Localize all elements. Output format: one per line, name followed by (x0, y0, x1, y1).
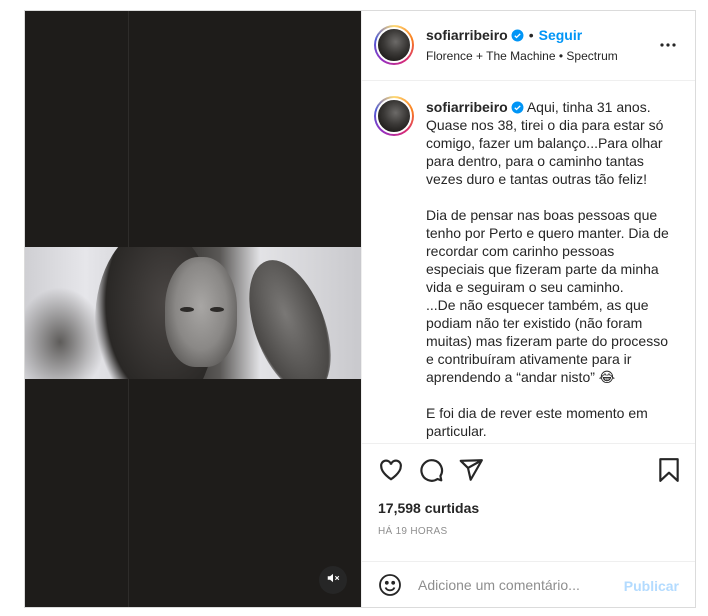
likes-count[interactable]: 17,598 curtidas (378, 500, 479, 516)
publish-button[interactable]: Publicar (624, 578, 679, 594)
caption-avatar[interactable] (374, 96, 414, 136)
author-avatar[interactable] (374, 25, 414, 65)
action-bar (362, 457, 695, 497)
emoji-icon[interactable] (378, 573, 402, 602)
more-options-icon[interactable] (659, 35, 677, 53)
verified-badge-icon (511, 29, 524, 42)
instagram-post: sofiarribeiro • Seguir Florence + The Ma… (24, 10, 696, 608)
separator-dot: • (528, 27, 534, 43)
bookmark-icon[interactable] (658, 457, 680, 488)
mute-button[interactable] (319, 566, 347, 594)
follow-button[interactable]: Seguir (539, 27, 583, 43)
caption-text: sofiarribeiro Aqui, tinha 31 anos. Quase… (426, 98, 676, 440)
post-video[interactable] (25, 11, 361, 607)
heart-icon[interactable] (378, 457, 404, 488)
muted-speaker-icon (326, 571, 340, 590)
author-username[interactable]: sofiarribeiro (426, 27, 508, 43)
comment-bar: Publicar (362, 561, 695, 607)
share-icon[interactable] (458, 457, 484, 488)
verified-badge-icon (511, 100, 524, 114)
post-sidebar: sofiarribeiro • Seguir Florence + The Ma… (361, 11, 695, 607)
post-timestamp[interactable]: HÁ 19 HORAS (378, 526, 447, 537)
audio-track-link[interactable]: Florence + The Machine • Spectrum (426, 49, 618, 63)
comment-icon[interactable] (418, 457, 444, 488)
comment-input[interactable] (418, 574, 618, 596)
caption-section: sofiarribeiro Aqui, tinha 31 anos. Quase… (362, 82, 695, 444)
post-header: sofiarribeiro • Seguir Florence + The Ma… (362, 11, 695, 81)
caption-username[interactable]: sofiarribeiro (426, 99, 508, 115)
video-frame (25, 247, 361, 379)
woman-face (165, 257, 237, 367)
caption-body: Aqui, tinha 31 anos. Quase nos 38, tirei… (426, 99, 669, 439)
